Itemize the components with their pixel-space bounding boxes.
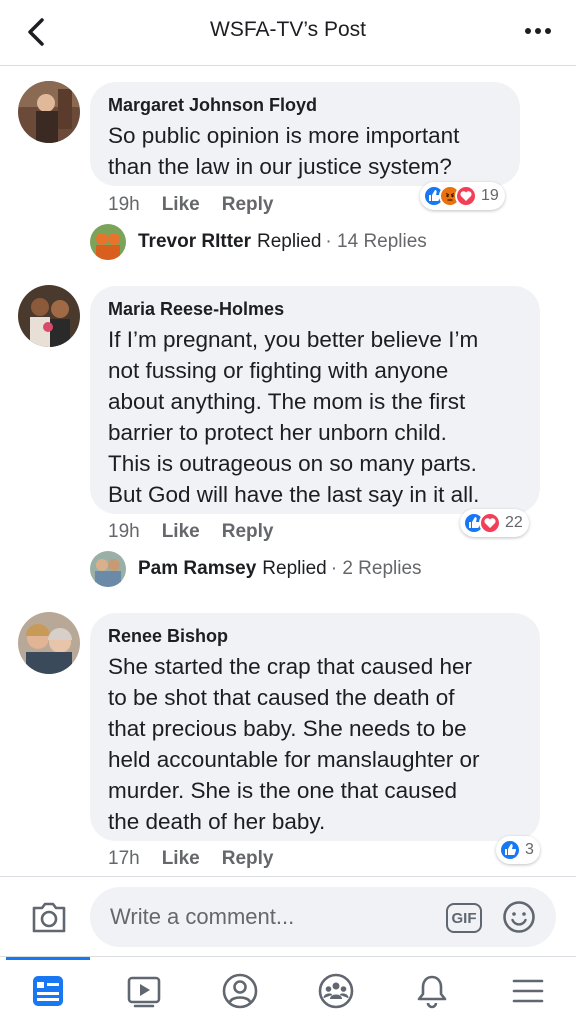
avatar[interactable]	[18, 612, 80, 674]
like-button[interactable]: Like	[162, 848, 200, 869]
more-options-icon[interactable]	[522, 18, 554, 44]
comment-text: She started the crap that caused her to …	[108, 654, 480, 834]
profile-icon	[222, 973, 258, 1009]
like-button[interactable]: Like	[162, 521, 200, 542]
replier-name: Trevor RItter	[138, 231, 251, 252]
reaction-summary[interactable]: 22	[460, 509, 529, 537]
comment-time: 19h	[108, 521, 140, 542]
avatar	[90, 224, 126, 260]
menu-icon	[512, 979, 544, 1003]
watch-icon	[127, 976, 161, 1008]
replied-label: Replied	[262, 558, 327, 579]
tab-news-feed[interactable]	[0, 957, 96, 1024]
reaction-summary[interactable]: 3	[496, 836, 540, 864]
emoji-icon[interactable]	[502, 900, 536, 934]
comment-bubble: Maria Reese-Holmes If I’m pregnant, you …	[90, 286, 540, 514]
tab-profile[interactable]	[192, 957, 288, 1024]
comment-text: So public opinion is more important than…	[108, 123, 460, 179]
avatar[interactable]	[18, 285, 80, 347]
comment-actions: 17h Like Reply	[108, 848, 295, 870]
replied-label: Replied	[256, 231, 322, 252]
replies-link[interactable]: Trevor RItter Replied · 14 Replies	[90, 224, 427, 260]
like-button[interactable]: Like	[162, 194, 200, 215]
comment-author[interactable]: Renee Bishop	[108, 625, 522, 647]
love-reaction-icon	[455, 185, 477, 207]
comment-text: If I’m pregnant, you better believe I’m …	[108, 327, 480, 507]
comment-bubble: Renee Bishop She started the crap that c…	[90, 613, 540, 841]
reply-count: · 2 Replies	[330, 558, 422, 579]
replies-link[interactable]: Pam Ramsey Replied · 2 Replies	[90, 551, 422, 587]
avatar	[90, 551, 126, 587]
reply-button[interactable]: Reply	[222, 194, 274, 215]
active-tab-indicator	[6, 957, 90, 960]
like-reaction-icon	[499, 839, 521, 861]
comment-input[interactable]: Write a comment... GIF	[90, 887, 556, 947]
bottom-tab-bar	[0, 956, 576, 1024]
tab-watch[interactable]	[96, 957, 192, 1024]
reaction-summary[interactable]: 19	[420, 182, 505, 210]
camera-icon[interactable]	[30, 899, 68, 935]
comment-time: 17h	[108, 848, 140, 869]
reply-count: · 14 Replies	[325, 231, 427, 252]
page-title: WSFA-TV’s Post	[210, 18, 366, 41]
tab-notifications[interactable]	[384, 957, 480, 1024]
tab-groups[interactable]	[288, 957, 384, 1024]
love-reaction-icon	[479, 512, 501, 534]
comment-bubble: Margaret Johnson Floyd So public opinion…	[90, 82, 520, 186]
comment-composer: Write a comment... GIF	[0, 876, 576, 956]
notifications-bell-icon	[417, 975, 447, 1009]
gif-button[interactable]: GIF	[446, 903, 482, 933]
comment-time: 19h	[108, 194, 140, 215]
comment-actions: 19h Like Reply	[108, 521, 295, 543]
avatar[interactable]	[18, 81, 80, 143]
replier-name: Pam Ramsey	[138, 558, 257, 579]
comment-actions: 19h Like Reply	[108, 194, 295, 216]
reaction-count: 19	[481, 187, 499, 204]
comment-author[interactable]: Margaret Johnson Floyd	[108, 94, 502, 116]
reply-button[interactable]: Reply	[222, 848, 274, 869]
tab-menu[interactable]	[480, 957, 576, 1024]
top-bar: WSFA-TV’s Post	[0, 0, 576, 66]
groups-icon	[318, 973, 354, 1009]
comment-author[interactable]: Maria Reese-Holmes	[108, 298, 522, 320]
reaction-count: 22	[505, 514, 523, 531]
reply-button[interactable]: Reply	[222, 521, 274, 542]
reaction-count: 3	[525, 841, 534, 858]
news-feed-icon	[33, 976, 63, 1006]
comment-input-placeholder: Write a comment...	[110, 904, 295, 929]
